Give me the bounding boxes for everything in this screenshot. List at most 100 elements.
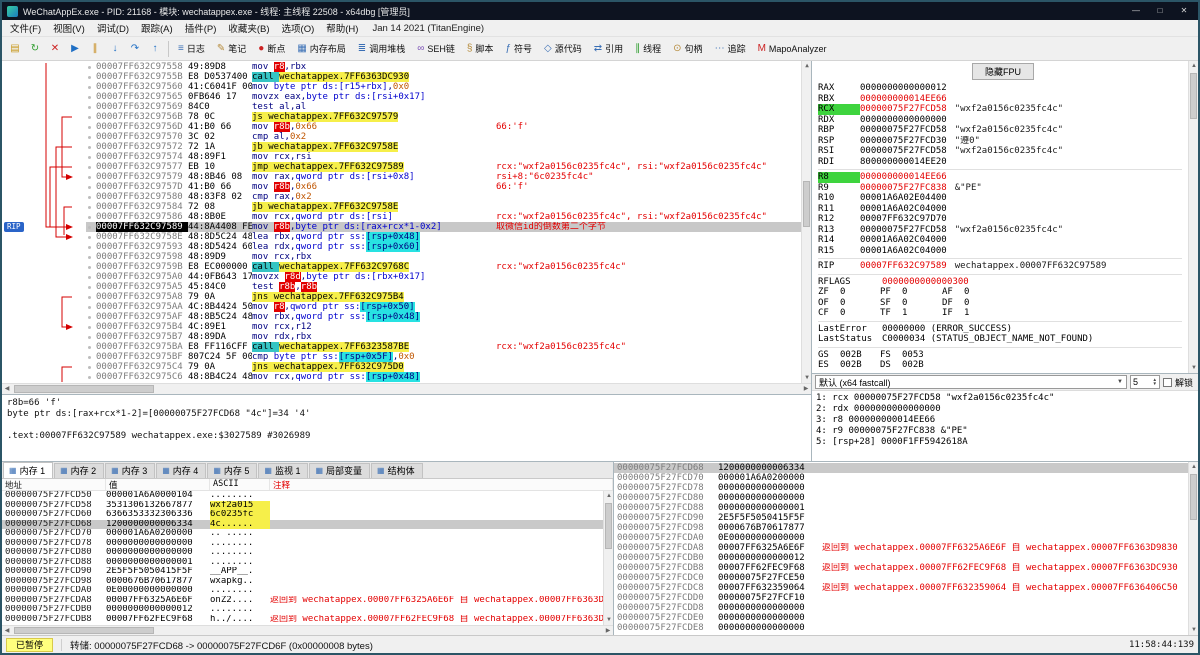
breakpoint-dot-icon[interactable] — [86, 132, 96, 142]
register-row[interactable]: R14 00001A6A02C04000 — [818, 235, 1188, 246]
call-argument-row[interactable]: 2: rdx 0000000000000000 — [816, 404, 1194, 415]
breakpoint-dot-icon[interactable] — [86, 92, 96, 102]
breakpoint-dot-icon[interactable] — [86, 272, 96, 282]
disasm-row[interactable]: 00007FF632C97598 48:89D9 mov rcx,rbx — [86, 252, 801, 262]
register-row[interactable]: R8 000000000014EE66 — [818, 172, 1188, 183]
breakpoint-dot-icon[interactable] — [86, 82, 96, 92]
toolbar-references-button[interactable]: ⇄ 引用 — [588, 39, 629, 58]
toolbar-threads-button[interactable]: ∥ 线程 — [629, 39, 667, 58]
breakpoint-dot-icon[interactable] — [86, 152, 96, 162]
register-row[interactable]: LastError 00000000 (ERROR_SUCCESS) — [818, 324, 1188, 335]
toolbar-run-button[interactable]: ▶ — [65, 39, 85, 59]
breakpoint-dot-icon[interactable] — [86, 372, 96, 382]
dump-horizontal-scrollbar[interactable]: ◀ ▶ — [2, 625, 613, 635]
dump-row[interactable]: 00000075F27FCD68 1200000000006334 4c...... — [2, 519, 603, 529]
disasm-horizontal-scrollbar[interactable]: ◀ ▶ — [2, 383, 811, 394]
disasm-row[interactable]: 00007FF632C97593 48:8D5424 60 lea rdx,qwor… — [86, 242, 801, 252]
breakpoint-dot-icon[interactable] — [86, 142, 96, 152]
stack-row[interactable]: 00000075F27FCDB0 0000000000000012 — [614, 553, 1188, 563]
dump-row[interactable]: 00000075F27FCD88 0000000000000001........ — [2, 558, 603, 568]
disasm-row[interactable]: 00007FF632C97572 72 1A jb wechatappex.7FF6… — [86, 142, 801, 152]
disasm-row[interactable]: 00007FF632C97560 41:C6041F 00 mov byte ptr… — [86, 82, 801, 92]
breakpoint-dot-icon[interactable] — [86, 282, 96, 292]
minimize-button[interactable]: — — [1124, 3, 1148, 19]
dump-row[interactable]: 00000075F27FCD98 0000676B70617877 wxapkg.. — [2, 577, 603, 587]
stack-row[interactable]: 00000075F27FCD78 0000000000000000 — [614, 483, 1188, 493]
disasm-row[interactable]: 00007FF632C97580 48:83F8 02 cmp rax,0x2 — [86, 192, 801, 202]
register-row[interactable]: R10 00001A6A02E04400 — [818, 193, 1188, 204]
dump-row[interactable]: 00000075F27FCDB0 0000000000000012........ — [2, 605, 603, 615]
toolbar-seh-chain-button[interactable]: ∞ SEH链 — [411, 39, 461, 58]
stack-row[interactable]: 00000075F27FCDB8 00007FF62FEC9F68 返回到 wech… — [614, 563, 1188, 573]
breakpoint-dot-icon[interactable] — [86, 162, 96, 172]
toolbar-breakpoints-button[interactable]: ● 断点 — [252, 39, 291, 58]
stack-row[interactable]: 00000075F27FCD90 2E5F5F5050415F5F — [614, 513, 1188, 523]
tab-watch-1[interactable]: ▦ 监视 1 — [258, 463, 309, 478]
stack-row[interactable]: 00000075F27FCD88 0000000000000001 — [614, 503, 1188, 513]
tab-memory-2[interactable]: ▦ 内存 2 — [54, 463, 105, 478]
tab-struct[interactable]: ▦ 结构体 — [371, 463, 423, 478]
scroll-down-icon[interactable]: ▼ — [802, 373, 812, 383]
register-row[interactable]: RCX 00000075F27FCD58 "wxf2a0156c0235fc4c" — [818, 104, 1188, 115]
toolbar-step-out-button[interactable]: ↑ — [145, 39, 165, 59]
disasm-row[interactable]: 00007FF632C975BF 807C24 5F 00 cmp byte ptr… — [86, 352, 801, 362]
scroll-down-icon[interactable]: ▼ — [1189, 363, 1198, 373]
call-argument-row[interactable]: 5: [rsp+28] 0000F1FF5942618A — [816, 437, 1194, 448]
disasm-row[interactable]: 00007FF632C97569 84C0 test al,al — [86, 102, 801, 112]
scrollbar-track[interactable] — [12, 384, 801, 394]
breakpoint-dot-icon[interactable] — [86, 192, 96, 202]
scrollbar-thumb[interactable] — [803, 181, 810, 227]
stack-vertical-scrollbar[interactable]: ▲ ▼ — [1188, 462, 1198, 635]
stack-row[interactable]: 00000075F27FCDD8 0000000000000000 — [614, 603, 1188, 613]
unlock-checkbox[interactable]: 解锁 — [1162, 376, 1195, 389]
breakpoint-dot-icon[interactable] — [86, 332, 96, 342]
dump-row[interactable]: 00000075F27FCD70 000001A6A0200000 .. ..... — [2, 529, 603, 539]
stack-row[interactable]: 00000075F27FCDA0 0E00000000000000 — [614, 533, 1188, 543]
breakpoint-dot-icon[interactable] — [86, 122, 96, 132]
register-row[interactable]: RIP 00007FF632C97589 wechatappex.00007FF63… — [818, 261, 1188, 272]
toolbar-step-over-button[interactable]: ↷ — [125, 39, 145, 59]
stack-row[interactable]: 00000075F27FCD68 1200000000006334 — [614, 463, 1188, 473]
argument-count-spinner[interactable]: 5 ▲ ▼ — [1129, 375, 1160, 389]
breakpoint-dot-icon[interactable] — [86, 62, 96, 72]
disasm-row[interactable]: 00007FF632C9756B 78 0C js wechatappex.7FF6… — [86, 112, 801, 122]
breakpoint-dot-icon[interactable] — [86, 172, 96, 182]
close-button[interactable]: ✕ — [1172, 3, 1196, 19]
disasm-row[interactable]: 00007FF632C9757D 41:B0 66 mov r8b,0x66 66:'… — [86, 182, 801, 192]
scroll-down-icon[interactable]: ▼ — [604, 615, 614, 625]
toolbar-open-button[interactable]: ▤ — [5, 39, 25, 59]
disasm-row[interactable]: 00007FF632C97584 72 08 jb wechatappex.7FF6… — [86, 202, 801, 212]
toolbar-handles-button[interactable]: ⊙ 句柄 — [667, 39, 708, 58]
tab-memory-5[interactable]: ▦ 内存 5 — [207, 463, 258, 478]
scroll-left-icon[interactable]: ◀ — [2, 384, 12, 394]
stack-row[interactable]: 00000075F27FCDE8 0000000000000000 — [614, 623, 1188, 633]
scrollbar-track[interactable] — [604, 501, 613, 615]
register-row[interactable]: R13 00000075F27FCD58 "wxf2a0156c0235fc4c" — [818, 225, 1188, 236]
hide-fpu-button[interactable]: 隐藏FPU — [971, 63, 1034, 80]
disasm-row[interactable]: 00007FF632C975A0 44:0FB643 17 movzx r8d,by… — [86, 272, 801, 282]
register-row[interactable]: RDX 0000000000000000 — [818, 115, 1188, 126]
breakpoint-dot-icon[interactable] — [86, 202, 96, 212]
stack-row[interactable]: 00000075F27FCD80 0000000000000000 — [614, 493, 1188, 503]
breakpoint-dot-icon[interactable] — [86, 252, 96, 262]
dump-row[interactable]: 00000075F27FCD78 0000000000000000........ — [2, 539, 603, 549]
flags-row[interactable]: ZF 0 PF 0 AF 0 — [818, 287, 1188, 298]
disasm-row[interactable]: 00007FF632C975AA 4C:8B4424 50 mov r8,qword… — [86, 302, 801, 312]
toolbar-symbols-button[interactable]: ƒ 符号 — [499, 39, 538, 58]
dump-rows[interactable]: 00000075F27FCD50 000001A6A0000104........… — [2, 491, 603, 625]
register-row[interactable]: R12 00007FF632C97D70 — [818, 214, 1188, 225]
disasm-row[interactable]: 00007FF632C975B4 4C:89E1 mov rcx,r12 — [86, 322, 801, 332]
call-argument-row[interactable]: 1: rcx 00000075F27FCD58 "wxf2a0156c0235f… — [816, 393, 1194, 404]
menu-item[interactable]: 插件(P) — [179, 20, 223, 36]
disasm-row[interactable]: 00007FF632C975B7 48:89DA mov rdx,rbx — [86, 332, 801, 342]
menu-item[interactable]: 文件(F) — [4, 20, 47, 36]
call-argument-row[interactable]: 4: r9 00000075F27FC838 &"PE" — [816, 426, 1194, 437]
calling-convention-select[interactable]: 默认 (x64 fastcall) ▼ — [815, 375, 1127, 389]
stack-rows[interactable]: 00000075F27FCD68 1200000000006334 00000075… — [614, 462, 1188, 635]
tab-memory-3[interactable]: ▦ 内存 3 — [105, 463, 156, 478]
breakpoint-dot-icon[interactable] — [86, 232, 96, 242]
breakpoint-dot-icon[interactable] — [86, 72, 96, 82]
register-row[interactable]: RBP 00000075F27FCD58 "wxf2a0156c0235fc4c" — [818, 125, 1188, 136]
toolbar-trace-button[interactable]: ⋯ 追踪 — [709, 39, 752, 58]
scroll-up-icon[interactable]: ▲ — [604, 491, 614, 501]
